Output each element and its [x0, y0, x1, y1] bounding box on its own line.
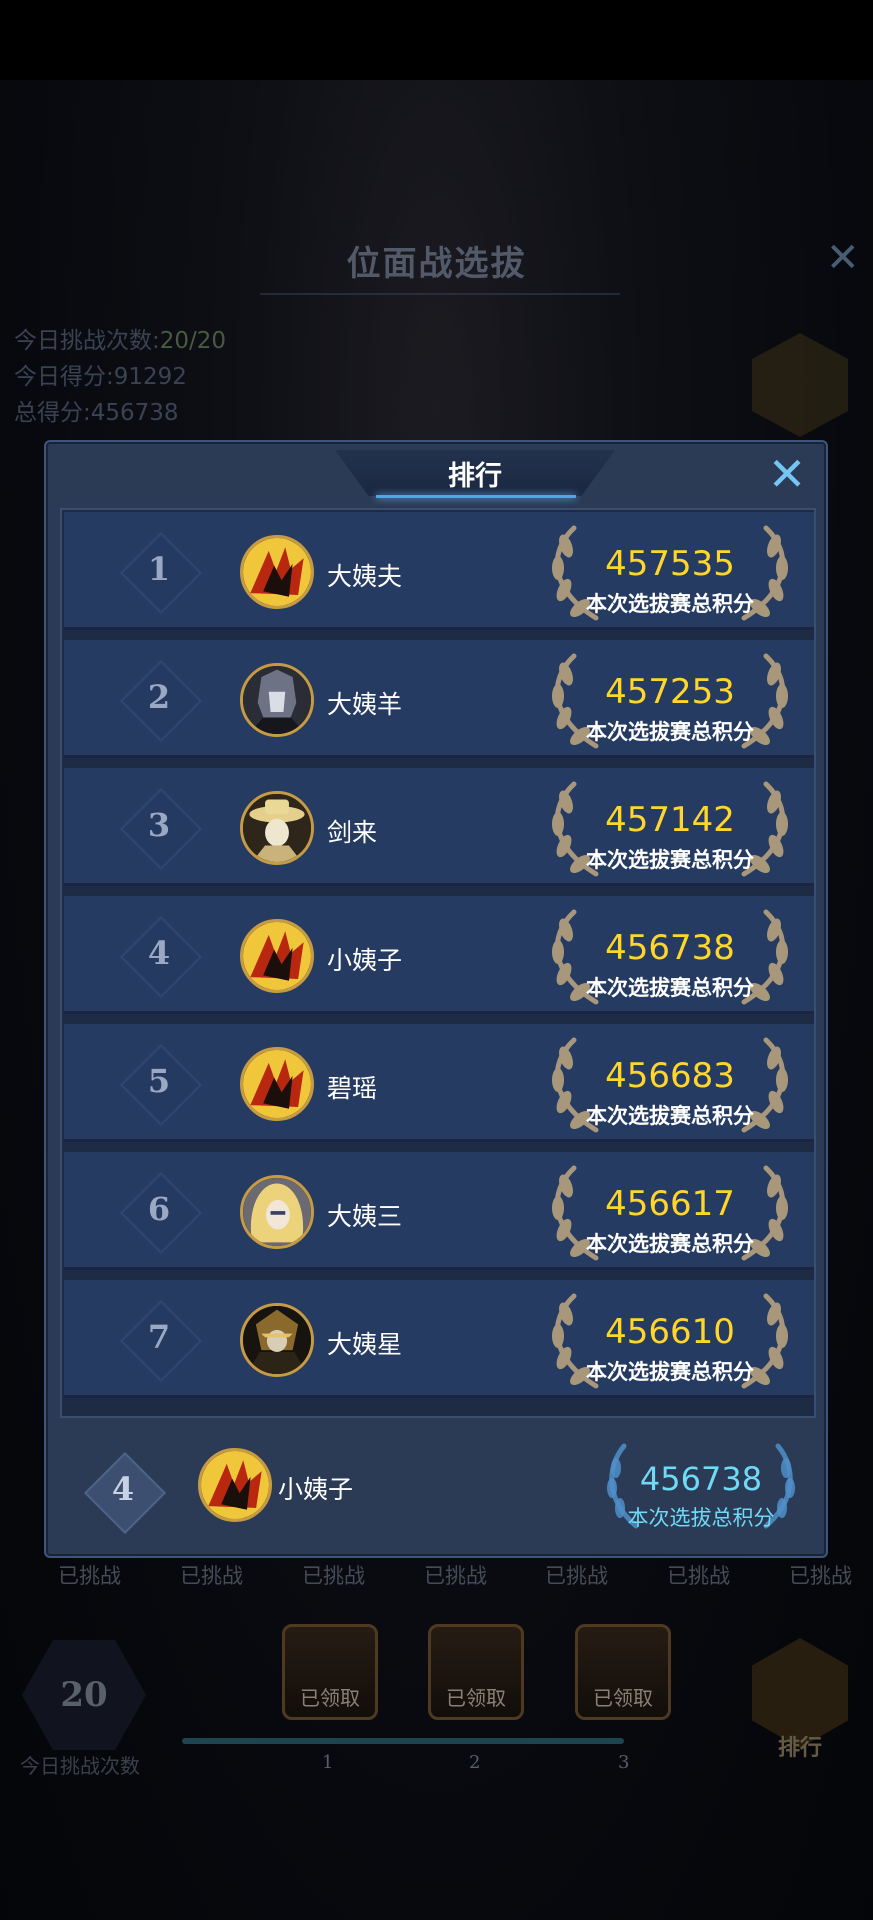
- player-score-label: 本次选拔赛总积分: [586, 720, 754, 744]
- my-score-label: 本次选拔总积分: [627, 1506, 775, 1530]
- gold-flame-avatar-icon: [243, 1050, 311, 1118]
- rank-number: 1: [147, 550, 171, 588]
- player-score-label: 本次选拔赛总积分: [586, 1360, 754, 1384]
- player-avatar[interactable]: [240, 791, 314, 865]
- close-icon[interactable]: ✕: [765, 451, 809, 498]
- rank-number: 5: [147, 1062, 171, 1100]
- hat-swordsman-avatar-icon: [243, 794, 311, 862]
- rank-number: 3: [147, 806, 171, 844]
- my-avatar[interactable]: [198, 1448, 272, 1522]
- player-score-label: 本次选拔赛总积分: [586, 848, 754, 872]
- my-player-name: 小姨子: [278, 1475, 354, 1504]
- player-score-label: 本次选拔赛总积分: [586, 1104, 754, 1128]
- player-score: 457535: [605, 544, 735, 584]
- gold-flame-avatar-icon: [243, 922, 311, 990]
- my-rank-number: 4: [111, 1470, 135, 1508]
- gold-flame-avatar-icon: [201, 1451, 269, 1519]
- rank-number: 2: [147, 678, 171, 716]
- player-score: 456617: [605, 1184, 735, 1224]
- ranking-list[interactable]: 1 大姨夫 457535 本次选拔赛总积分 2 大姨羊 457253 本次选拔赛…: [60, 508, 816, 1418]
- player-score-label: 本次选拔赛总积分: [586, 1232, 754, 1256]
- dark-knight-avatar-icon: [243, 666, 311, 734]
- rank-number: 4: [147, 934, 171, 972]
- ranking-row[interactable]: 4 小姨子 456738 本次选拔赛总积分: [64, 896, 814, 1014]
- status-bar: [0, 0, 873, 80]
- player-score: 457142: [605, 800, 735, 840]
- gold-flame-avatar-icon: [243, 538, 311, 606]
- ranking-modal: 排行 ✕ 1 大姨夫 457535 本次选拔赛总积分 2 大姨羊 457253 …: [44, 440, 828, 1558]
- player-avatar[interactable]: [240, 919, 314, 993]
- player-avatar[interactable]: [240, 1303, 314, 1377]
- player-name: 大姨夫: [327, 562, 403, 591]
- my-score: 456738: [639, 1460, 763, 1498]
- player-name: 碧瑶: [327, 1074, 378, 1103]
- player-avatar[interactable]: [240, 535, 314, 609]
- my-rank-row: 4 小姨子 456738 本次选拔总积分: [46, 1426, 830, 1556]
- ranking-row[interactable]: 3 剑来 457142 本次选拔赛总积分: [64, 768, 814, 886]
- rank-number: 7: [147, 1318, 171, 1356]
- rank-number: 6: [147, 1190, 171, 1228]
- player-score: 457253: [605, 672, 735, 712]
- player-score: 456683: [605, 1056, 735, 1096]
- ranking-row[interactable]: 2 大姨羊 457253 本次选拔赛总积分: [64, 640, 814, 758]
- player-name: 小姨子: [327, 946, 403, 975]
- player-avatar[interactable]: [240, 663, 314, 737]
- player-score-label: 本次选拔赛总积分: [586, 976, 754, 1000]
- modal-title-glow: [376, 495, 576, 498]
- player-name: 大姨三: [327, 1202, 403, 1231]
- ranking-row[interactable]: 5 碧瑶 456683 本次选拔赛总积分: [64, 1024, 814, 1142]
- dark-mage-avatar-icon: [243, 1306, 311, 1374]
- player-score: 456738: [605, 928, 735, 968]
- modal-title: 排行: [448, 461, 502, 492]
- player-name: 剑来: [327, 818, 378, 847]
- player-score: 456610: [605, 1312, 735, 1352]
- player-name: 大姨星: [327, 1330, 403, 1359]
- player-avatar[interactable]: [240, 1175, 314, 1249]
- ranking-row[interactable]: 7 大姨星 456610 本次选拔赛总积分: [64, 1280, 814, 1398]
- ranking-row[interactable]: 6 大姨三 456617 本次选拔赛总积分: [64, 1152, 814, 1270]
- blonde-girl-avatar-icon: [243, 1178, 311, 1246]
- player-avatar[interactable]: [240, 1047, 314, 1121]
- player-score-label: 本次选拔赛总积分: [586, 592, 754, 616]
- player-name: 大姨羊: [327, 690, 403, 719]
- ranking-row[interactable]: 1 大姨夫 457535 本次选拔赛总积分: [64, 512, 814, 630]
